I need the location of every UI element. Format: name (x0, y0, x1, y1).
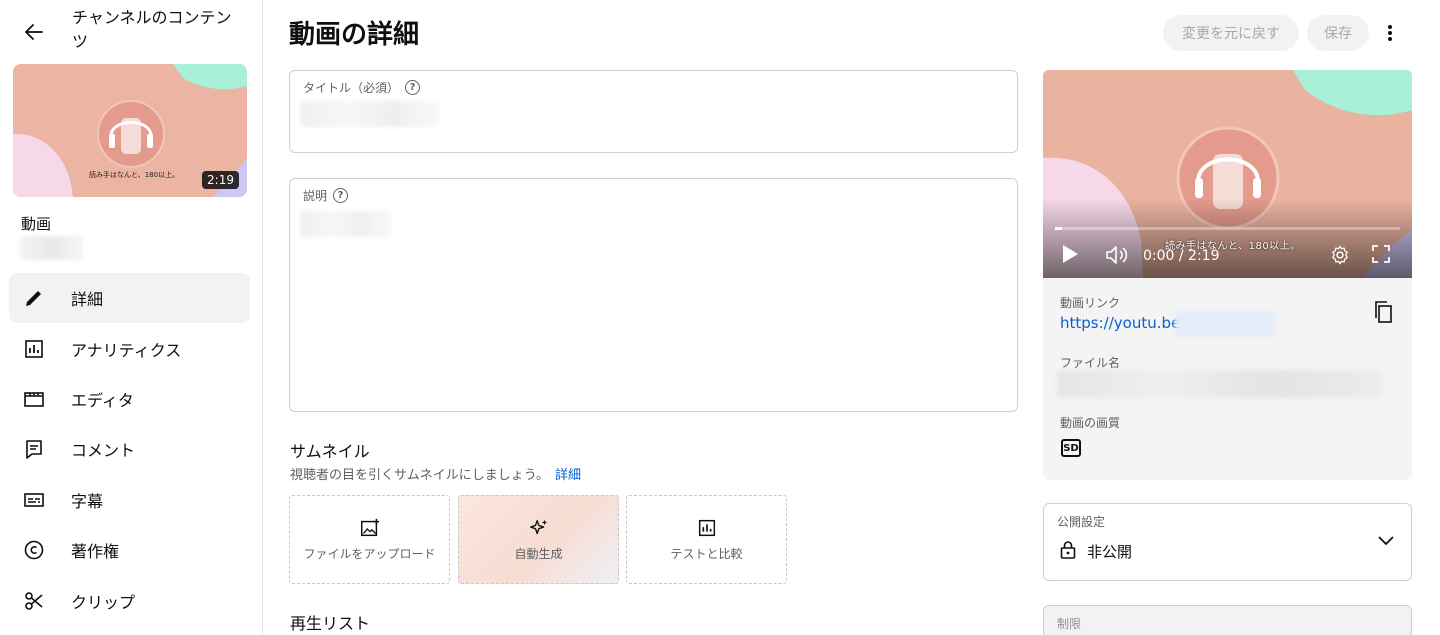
sidebar-item-comments[interactable]: コメント (9, 424, 250, 474)
sidebar-item-label: 著作権 (71, 542, 120, 562)
auto-generate-thumbnail-button[interactable]: 自動生成 (458, 495, 619, 584)
fullscreen-icon (1372, 245, 1390, 263)
sidebar-item-label: アナリティクス (71, 340, 182, 360)
channel-content-title[interactable]: チャンネルのコンテンツ (72, 6, 242, 54)
thumbnail-section-description: 視聴者の目を引くサムネイルにしましょう。 詳細 (290, 464, 581, 483)
upload-thumbnail-button[interactable]: ファイルをアップロード (289, 495, 450, 584)
thumbnail-details-link[interactable]: 詳細 (555, 468, 581, 483)
video-link[interactable]: https://youtu.be/ (1060, 314, 1185, 332)
visibility-label: 公開設定 (1057, 515, 1106, 529)
test-and-compare-button[interactable]: テストと比較 (626, 495, 787, 584)
copy-link-button[interactable] (1371, 300, 1395, 324)
subtitles-icon (9, 488, 71, 512)
chart-icon (698, 519, 715, 537)
title-field[interactable]: タイトル（必須） ? (289, 70, 1018, 153)
copy-icon (1375, 301, 1392, 323)
visibility-dropdown[interactable]: 公開設定 非公開 (1043, 503, 1412, 581)
sidebar-item-details[interactable]: 詳細 (9, 273, 250, 324)
lock-icon (1060, 541, 1076, 559)
sidebar-item-label: クリップ (71, 592, 136, 612)
volume-icon (1106, 246, 1128, 264)
playlist-section-title: 再生リスト (290, 614, 371, 633)
video-title-redacted (19, 236, 83, 260)
description-field-label: 説明 ? (303, 187, 349, 204)
video-player[interactable]: 読み手はなんと、180以上。 0:00 / 2:19 (1043, 70, 1412, 278)
description-value-redacted (300, 211, 392, 237)
title-field-label: タイトル（必須） ? (303, 79, 421, 96)
upload-thumbnail-label: ファイルをアップロード (303, 547, 436, 561)
editor-icon (9, 387, 71, 411)
sidebar-item-label: 字幕 (71, 491, 104, 511)
back-button[interactable] (18, 16, 50, 48)
description-field[interactable]: 説明 ? (289, 178, 1018, 412)
help-icon[interactable]: ? (405, 80, 421, 95)
thumbnail-section-title: サムネイル (290, 442, 370, 461)
video-section-label: 動画 (21, 215, 52, 233)
visibility-value: 非公開 (1087, 543, 1133, 561)
fullscreen-button[interactable] (1371, 244, 1391, 264)
arrow-left-icon (25, 24, 43, 40)
chevron-down-icon (1378, 536, 1394, 546)
restrictions-label: 制限 (1057, 617, 1082, 631)
thumbnail-description-text: 視聴者の目を引くサムネイルにしましょう。 (290, 468, 549, 483)
sidebar: チャンネルのコンテンツ 読み手はなんと、180以上。 2:19 動画 詳細 アナ… (0, 0, 263, 635)
test-and-compare-label: テストと比較 (670, 547, 743, 561)
sidebar-nav: 詳細 アナリティクス エディタ コメント 字幕 著作権 クリップ (9, 273, 250, 626)
title-label-text: タイトル（必須） (303, 81, 400, 95)
help-icon[interactable]: ? (333, 188, 349, 203)
sidebar-item-subtitles[interactable]: 字幕 (9, 475, 250, 525)
scissors-icon (9, 589, 71, 613)
play-button[interactable] (1061, 244, 1079, 264)
video-thumbnail[interactable]: 読み手はなんと、180以上。 2:19 (13, 64, 247, 197)
play-icon (1063, 245, 1078, 263)
settings-button[interactable] (1329, 244, 1351, 266)
more-options-button[interactable] (1377, 17, 1403, 49)
auto-generate-label: 自動生成 (514, 547, 563, 561)
analytics-icon (9, 337, 71, 361)
sidebar-item-label: 詳細 (71, 290, 104, 310)
pencil-icon (9, 286, 71, 310)
filename-label: ファイル名 (1060, 356, 1121, 370)
video-quality-label: 動画の画質 (1060, 416, 1121, 430)
sidebar-item-copyright[interactable]: 著作権 (9, 525, 250, 575)
video-preview-card: 読み手はなんと、180以上。 0:00 / 2:19 動画リンク https:/… (1043, 70, 1412, 480)
copyright-icon (9, 538, 71, 562)
save-button[interactable]: 保存 (1307, 15, 1369, 51)
progress-bar[interactable] (1055, 227, 1400, 230)
sidebar-item-label: コメント (71, 441, 136, 461)
sparkle-icon (529, 519, 547, 535)
video-link-id-redacted (1175, 311, 1275, 337)
title-value-redacted (300, 101, 440, 127)
sd-quality-badge: SD (1061, 439, 1081, 457)
duration-badge: 2:19 (202, 171, 239, 189)
volume-button[interactable] (1105, 244, 1129, 266)
filename-redacted (1057, 370, 1381, 398)
undo-changes-button[interactable]: 変更を元に戻す (1163, 15, 1299, 51)
comment-icon (9, 437, 71, 461)
restrictions-field[interactable]: 制限 (1043, 605, 1412, 635)
playback-time: 0:00 / 2:19 (1143, 248, 1220, 264)
description-label-text: 説明 (303, 189, 328, 203)
page-title: 動画の詳細 (289, 20, 420, 50)
more-vert-icon (1388, 25, 1392, 41)
video-link-label: 動画リンク (1060, 296, 1121, 310)
sidebar-item-label: エディタ (71, 390, 134, 410)
sidebar-item-editor[interactable]: エディタ (9, 374, 250, 424)
sidebar-item-analytics[interactable]: アナリティクス (9, 323, 250, 373)
sidebar-item-clips[interactable]: クリップ (9, 575, 250, 625)
gear-icon (1332, 245, 1348, 265)
progress-fill (1055, 227, 1062, 230)
thumbnail-caption: 読み手はなんと、180以上。 (89, 171, 180, 179)
upload-image-icon (360, 518, 379, 537)
